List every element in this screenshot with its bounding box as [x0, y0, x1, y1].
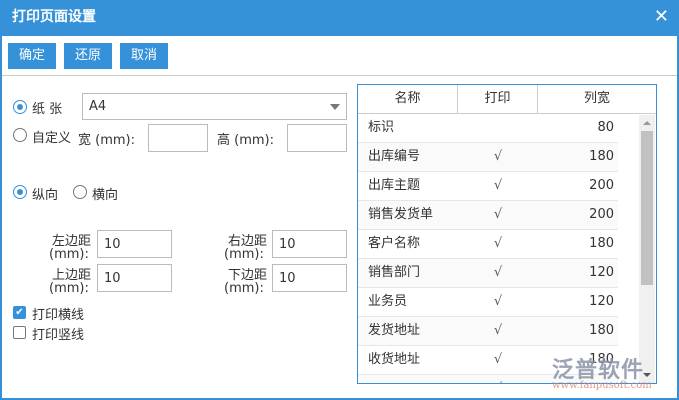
cell-name: 出库编号 — [368, 149, 421, 164]
height-input[interactable] — [287, 124, 347, 152]
header-name[interactable]: 名称 — [358, 85, 458, 113]
table-row[interactable]: 销售部门 √ 120 — [358, 259, 618, 288]
table-row[interactable]: 出库主题 √ 200 — [358, 172, 618, 201]
cell-name: 发货地址 — [368, 323, 421, 338]
close-icon[interactable]: ✕ — [654, 8, 669, 26]
grid-body: 标识 80 出库编号 √ 180 出库主题 √ 200 销售发货单 √ 200 客户名称 √ 180 销售部… — [358, 114, 656, 383]
cell-name: 出库主题 — [368, 178, 421, 193]
cell-print — [458, 114, 538, 142]
bottom-margin-input[interactable] — [272, 264, 347, 292]
top-margin-unit: (mm): — [49, 281, 89, 296]
table-row[interactable]: 销售发货单 √ 200 — [358, 201, 618, 230]
grid-scrollbar[interactable] — [639, 115, 655, 383]
cell-name: 业务员 — [368, 294, 408, 309]
left-margin-input[interactable] — [97, 230, 172, 258]
print-hlines-label: 打印横线 — [32, 308, 85, 323]
reset-button[interactable]: 还原 — [64, 43, 112, 69]
table-row[interactable]: 发货地址 √ 180 — [358, 317, 618, 346]
cell-width: 200 — [589, 178, 614, 193]
table-row[interactable]: 出库编号 √ 180 — [358, 143, 618, 172]
cell-width: 200 — [589, 207, 614, 222]
dialog-title-bar: 打印页面设置 ✕ — [2, 0, 679, 36]
columns-grid: 名称 打印 列宽 标识 80 出库编号 √ 180 出库主题 √ 200 销售发货单 √ 200 客户… — [357, 84, 657, 384]
cell-name — [358, 375, 458, 383]
width-label: 宽 (mm): — [78, 133, 135, 148]
cell-width: 80 — [597, 120, 614, 135]
paper-select[interactable]: A4 — [82, 93, 347, 120]
table-row[interactable]: 标识 80 — [358, 114, 618, 143]
paper-label: 纸 张 — [32, 102, 63, 117]
cell-print: √ — [493, 178, 503, 193]
cell-print: √ — [493, 236, 503, 251]
left-margin-unit: (mm): — [49, 247, 89, 262]
right-margin-input[interactable] — [272, 230, 347, 258]
cell-name: 销售发货单 — [368, 207, 434, 222]
cell-print: √ — [458, 375, 538, 383]
cell-width: 120 — [589, 265, 614, 280]
watermark-url: www.fanpusoft.com — [552, 380, 652, 391]
top-margin-input[interactable] — [97, 264, 172, 292]
portrait-label: 纵向 — [32, 188, 59, 203]
custom-radio[interactable] — [13, 128, 27, 142]
chevron-down-icon — [330, 104, 340, 110]
print-vlines-label: 打印竖线 — [32, 328, 85, 343]
cell-width: 180 — [589, 149, 614, 164]
table-row[interactable]: 客户名称 √ 180 — [358, 230, 618, 259]
landscape-label: 横向 — [92, 188, 119, 203]
cell-print: √ — [493, 265, 503, 280]
cell-name: 销售部门 — [368, 265, 421, 280]
ok-button[interactable]: 确定 — [8, 43, 56, 69]
cancel-button[interactable]: 取消 — [120, 43, 168, 69]
cell-name: 标识 — [368, 120, 395, 135]
cell-print: √ — [493, 294, 503, 309]
landscape-radio[interactable] — [73, 185, 87, 199]
watermark-logo: 泛普软件 www.fanpusoft.com — [552, 352, 652, 391]
height-label: 高 (mm): — [217, 133, 274, 148]
right-margin-unit: (mm): — [224, 247, 264, 262]
header-width[interactable]: 列宽 — [538, 85, 656, 113]
cell-width: 180 — [589, 236, 614, 251]
table-row[interactable]: 业务员 √ 120 — [358, 288, 618, 317]
portrait-radio[interactable] — [13, 185, 27, 199]
custom-label: 自定义 — [32, 131, 72, 146]
print-page-setup-dialog: 打印页面设置 ✕ 确定 还原 取消 纸 张 A4 自定义 宽 (mm): 高 (… — [0, 0, 679, 400]
cell-print: √ — [493, 323, 503, 338]
header-print[interactable]: 打印 — [458, 85, 538, 113]
print-vlines-checkbox[interactable] — [13, 326, 26, 339]
cell-width: 120 — [589, 294, 614, 309]
toolbar-divider — [2, 75, 677, 76]
paper-select-value: A4 — [89, 99, 107, 114]
cell-print: √ — [493, 149, 503, 164]
cell-print: √ — [493, 207, 503, 222]
print-hlines-checkbox[interactable]: ✔ — [13, 306, 26, 319]
grid-header: 名称 打印 列宽 — [358, 85, 656, 114]
scroll-thumb[interactable] — [641, 131, 653, 285]
cell-print: √ — [493, 352, 503, 367]
scroll-up-icon[interactable] — [643, 121, 651, 125]
cell-name: 收货地址 — [368, 352, 421, 367]
bottom-margin-unit: (mm): — [224, 281, 264, 296]
width-input[interactable] — [148, 124, 208, 152]
cell-name: 客户名称 — [368, 236, 421, 251]
cell-width: 180 — [589, 323, 614, 338]
paper-radio[interactable] — [13, 100, 27, 114]
dialog-title: 打印页面设置 — [12, 9, 96, 25]
